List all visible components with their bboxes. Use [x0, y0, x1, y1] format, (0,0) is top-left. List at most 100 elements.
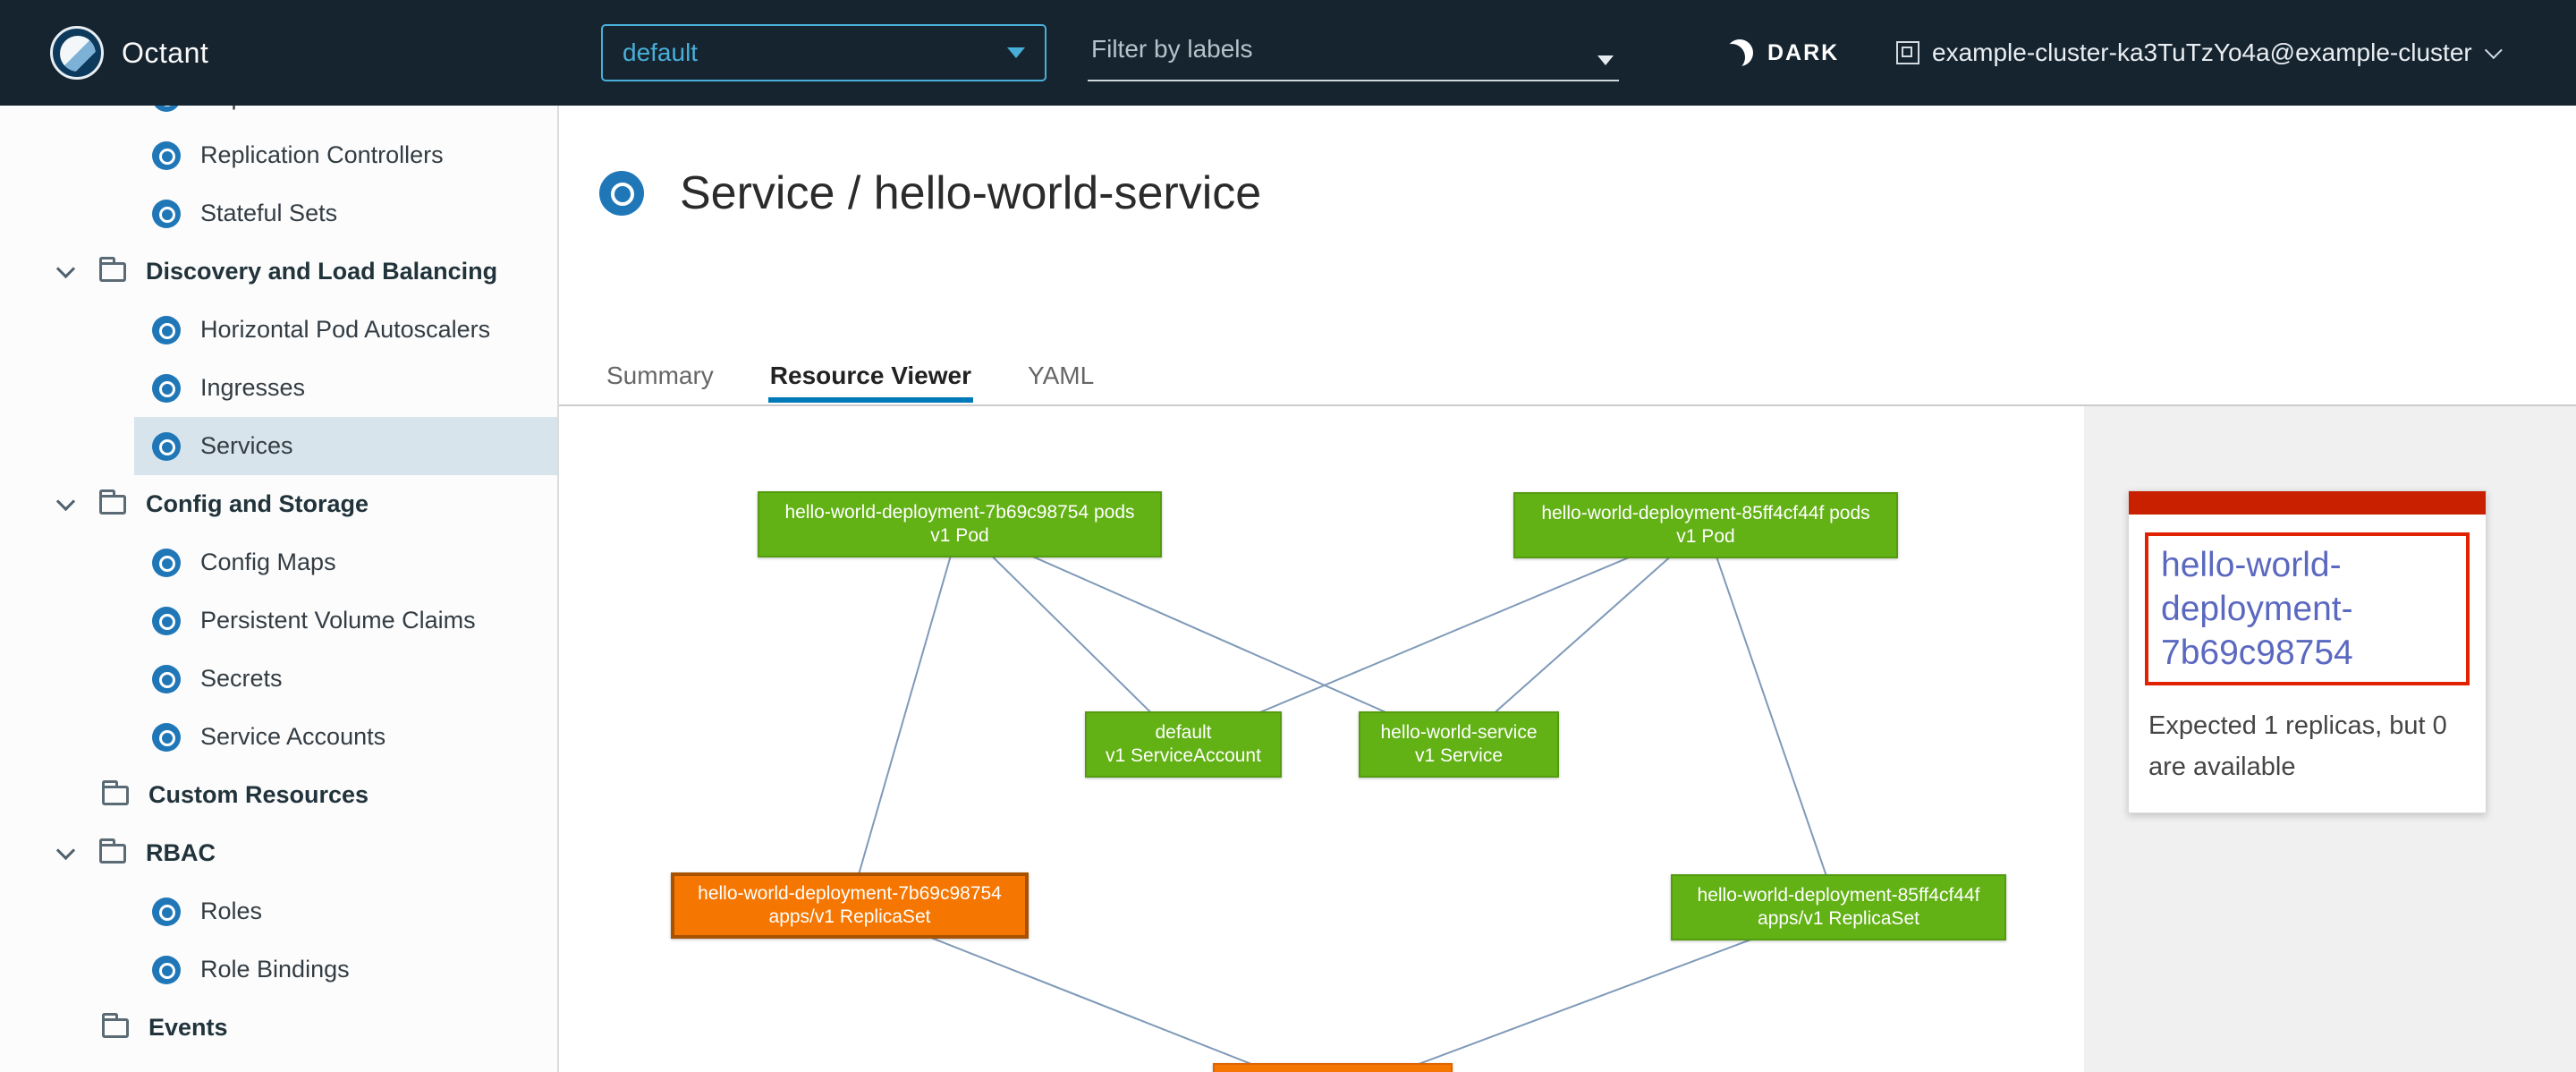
- stateful-sets-icon: [152, 200, 181, 228]
- node-kind: v1 Service: [1368, 744, 1550, 768]
- selected-resource-card: hello-world-deployment-7b69c98754 Expect…: [2128, 490, 2487, 813]
- main-content: Service / hello-world-service Summary Re…: [559, 106, 2576, 1072]
- page-title: Service / hello-world-service: [680, 166, 1261, 220]
- graph-node-pod-7b69c98754[interactable]: hello-world-deployment-7b69c98754 pods v…: [758, 491, 1162, 557]
- top-bar: Octant default DARK example-cluster-ka3T…: [0, 0, 2576, 106]
- tab-bar: Summary Resource Viewer YAML: [559, 347, 1148, 404]
- folder-icon: [102, 1018, 129, 1038]
- chevron-down-icon[interactable]: [1597, 55, 1614, 65]
- sidebar-item-replica-sets[interactable]: Replica Sets: [0, 106, 557, 126]
- graph-node-serviceaccount-default[interactable]: default v1 ServiceAccount: [1085, 711, 1282, 778]
- node-name: hello-world-service: [1368, 721, 1550, 744]
- node-kind: v1 Pod: [1522, 525, 1889, 549]
- sidebar-item-stateful-sets[interactable]: Stateful Sets: [0, 184, 557, 242]
- sidebar-item-label: Services: [200, 432, 293, 460]
- theme-toggle-label: DARK: [1767, 40, 1839, 66]
- tab-summary[interactable]: Summary: [605, 347, 716, 404]
- sidebar-item-label: Replication Controllers: [200, 141, 444, 169]
- node-kind: apps/v1 ReplicaSet: [682, 906, 1018, 929]
- persistent-volume-claims-icon: [152, 607, 181, 635]
- label-filter-input[interactable]: [1088, 24, 1619, 81]
- node-kind: v1 Pod: [767, 524, 1153, 548]
- cluster-icon: [1896, 41, 1919, 64]
- services-icon: [152, 432, 181, 461]
- config-maps-icon: [152, 549, 181, 577]
- resource-viewer: hello-world-deployment-7b69c98754 pods v…: [559, 406, 2576, 1072]
- folder-icon: [99, 844, 126, 864]
- folder-icon: [102, 786, 129, 805]
- sidebar-section-label: Discovery and Load Balancing: [146, 258, 497, 285]
- sidebar-section-label: RBAC: [146, 839, 216, 867]
- selected-resource-message: Expected 1 replicas, but 0 are available: [2129, 694, 2486, 813]
- sidebar-item-role-bindings[interactable]: Role Bindings: [0, 940, 557, 999]
- octant-app: Octant default DARK example-cluster-ka3T…: [0, 0, 2576, 1072]
- cluster-context-label: example-cluster-ka3TuTzYo4a@example-clus…: [1932, 38, 2472, 67]
- sidebar-item-secrets[interactable]: Secrets: [0, 650, 557, 708]
- sidebar-item-service-accounts[interactable]: Service Accounts: [0, 708, 557, 766]
- theme-toggle-button[interactable]: DARK: [1726, 0, 1839, 106]
- app-title: Octant: [122, 0, 208, 106]
- sidebar-item-config-maps[interactable]: Config Maps: [0, 533, 557, 591]
- sidebar-section-label: Config and Storage: [146, 490, 369, 518]
- namespace-dropdown[interactable]: default: [601, 24, 1046, 81]
- tab-resource-viewer[interactable]: Resource Viewer: [768, 347, 973, 404]
- chevron-down-icon: [1007, 47, 1025, 58]
- sidebar-section-discovery-and-load-balancing[interactable]: Discovery and Load Balancing: [0, 242, 557, 301]
- chevron-down-icon[interactable]: [56, 259, 75, 278]
- sidebar-item-label: Custom Resources: [148, 781, 369, 809]
- octant-logo-icon: [50, 26, 104, 80]
- service-resource-icon: [599, 171, 644, 216]
- chevron-down-icon: [2485, 41, 2503, 59]
- sidebar-item-ingresses[interactable]: Ingresses: [0, 359, 557, 417]
- graph-node-pod-85ff4cf44f[interactable]: hello-world-deployment-85ff4cf44f pods v…: [1513, 492, 1898, 558]
- cluster-context-selector[interactable]: example-cluster-ka3TuTzYo4a@example-clus…: [1896, 0, 2497, 106]
- sidebar-item-label: Horizontal Pod Autoscalers: [200, 316, 490, 344]
- page-header: Service / hello-world-service: [559, 166, 1261, 220]
- graph-node-replicaset-85ff4cf44f[interactable]: hello-world-deployment-85ff4cf44f apps/v…: [1671, 874, 2006, 940]
- sidebar-item-events[interactable]: Events: [0, 999, 557, 1057]
- sidebar-item-label: Persistent Volume Claims: [200, 607, 476, 634]
- sidebar-item-services[interactable]: Services: [0, 417, 557, 475]
- selected-resource-title-box[interactable]: hello-world-deployment-7b69c98754: [2145, 532, 2470, 685]
- node-name: hello-world-deployment-85ff4cf44f: [1680, 884, 1997, 907]
- sidebar-nav: Replica Sets Replication Controllers Sta…: [0, 106, 559, 1072]
- sidebar-item-replication-controllers[interactable]: Replication Controllers: [0, 126, 557, 184]
- detail-panel: hello-world-deployment-7b69c98754 Expect…: [2084, 406, 2576, 1072]
- node-name: hello-world-deployment-85ff4cf44f pods: [1522, 502, 1889, 525]
- replication-controllers-icon: [152, 141, 181, 170]
- node-name: default: [1094, 721, 1273, 744]
- replica-sets-icon: [152, 106, 181, 112]
- sidebar-item-horizontal-pod-autoscalers[interactable]: Horizontal Pod Autoscalers: [0, 301, 557, 359]
- sidebar-section-config-and-storage[interactable]: Config and Storage: [0, 475, 557, 533]
- sidebar-item-label: Service Accounts: [200, 723, 386, 751]
- sidebar-item-custom-resources[interactable]: Custom Resources: [0, 766, 557, 824]
- sidebar-item-label: Role Bindings: [200, 956, 350, 983]
- sidebar-item-label: Stateful Sets: [200, 200, 337, 227]
- moon-icon: [1726, 39, 1753, 66]
- node-name: hello-world-deployment-7b69c98754: [682, 882, 1018, 906]
- sidebar-item-label: Roles: [200, 898, 262, 925]
- error-status-bar: [2129, 491, 2486, 515]
- tab-yaml[interactable]: YAML: [1026, 347, 1096, 404]
- node-name: hello-world-deployment-7b69c98754 pods: [767, 501, 1153, 524]
- sidebar-item-label: Config Maps: [200, 549, 336, 576]
- namespace-dropdown-value: default: [623, 38, 1007, 67]
- graph-node-replicaset-7b69c98754[interactable]: hello-world-deployment-7b69c98754 apps/v…: [671, 872, 1029, 939]
- chevron-down-icon[interactable]: [56, 492, 75, 511]
- sidebar-item-persistent-volume-claims[interactable]: Persistent Volume Claims: [0, 591, 557, 650]
- sidebar-item-label: Events: [148, 1014, 228, 1042]
- chevron-down-icon[interactable]: [56, 841, 75, 860]
- horizontal-pod-autoscalers-icon: [152, 316, 181, 345]
- folder-icon: [99, 262, 126, 282]
- sidebar-section-rbac[interactable]: RBAC: [0, 824, 557, 882]
- graph-node-service-hello-world-service[interactable]: hello-world-service v1 Service: [1359, 711, 1559, 778]
- graph-node-deployment-hello-world-deployment[interactable]: hello-world-deployment apps/v1 Deploymen…: [1213, 1063, 1453, 1072]
- resource-graph: hello-world-deployment-7b69c98754 pods v…: [559, 406, 2084, 1072]
- selected-resource-title: hello-world-deployment-7b69c98754: [2161, 546, 2353, 672]
- label-filter: [1088, 24, 1619, 81]
- service-accounts-icon: [152, 723, 181, 752]
- node-kind: apps/v1 ReplicaSet: [1680, 907, 1997, 931]
- role-bindings-icon: [152, 956, 181, 984]
- node-kind: v1 ServiceAccount: [1094, 744, 1273, 768]
- sidebar-item-roles[interactable]: Roles: [0, 882, 557, 940]
